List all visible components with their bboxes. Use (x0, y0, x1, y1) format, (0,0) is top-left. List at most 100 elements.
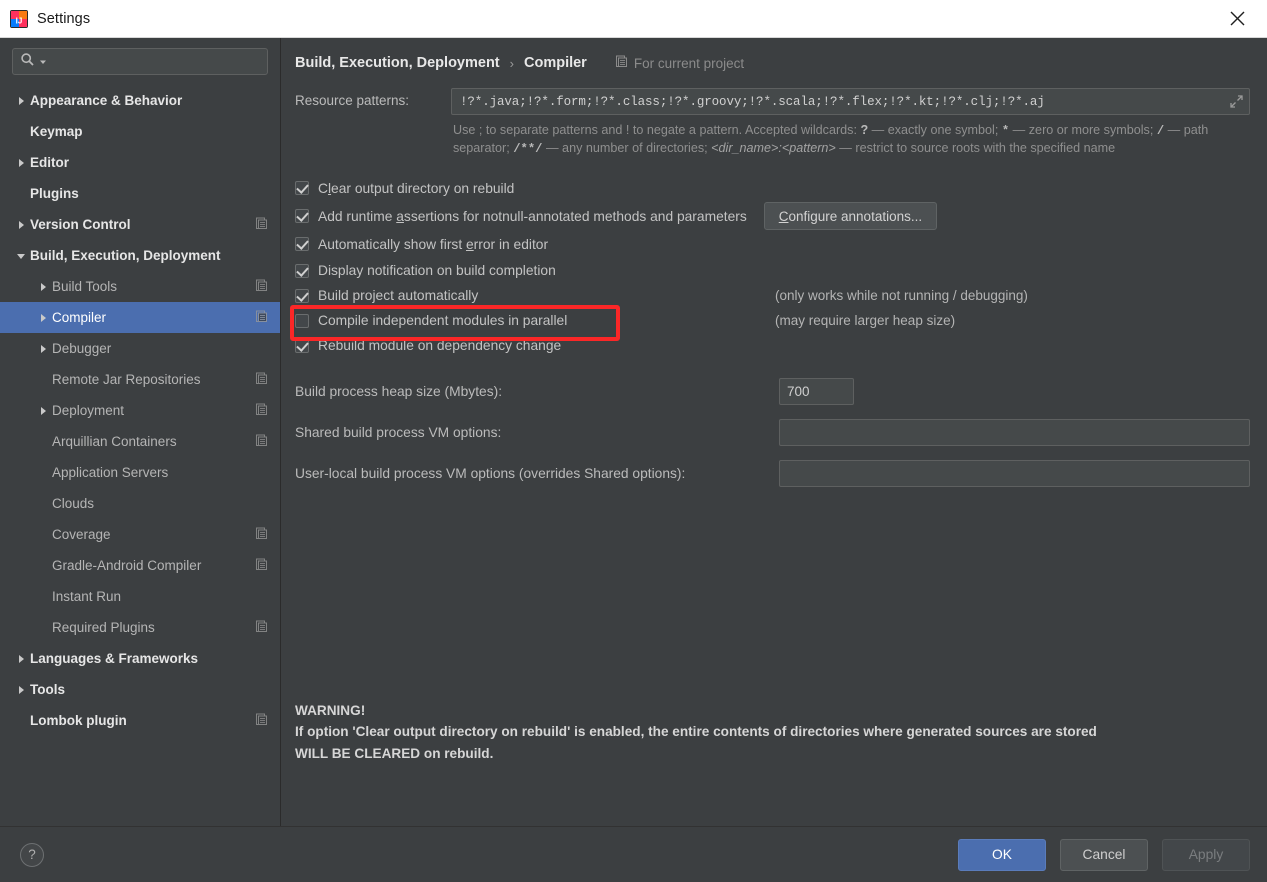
userlocal-vm-options-input[interactable] (779, 460, 1250, 487)
project-scope-icon (255, 310, 268, 326)
svg-text:IJ: IJ (16, 16, 23, 25)
breadcrumb-parent[interactable]: Build, Execution, Deployment (295, 55, 500, 71)
checkbox-row-automatically-show-first-error-in-editor[interactable]: Automatically show first error in editor (295, 230, 1250, 258)
checkbox-row-clear-output-directory-on-rebuild[interactable]: Clear output directory on rebuild (295, 174, 1250, 202)
resource-patterns-label: Resource patterns: (295, 93, 410, 108)
checkbox-label: Automatically show first error in editor (318, 236, 549, 252)
chevron-right-icon[interactable] (12, 220, 30, 230)
resource-patterns-input[interactable] (458, 89, 1227, 114)
build-process-fields: Build process heap size (Mbytes): Shared… (293, 378, 1250, 487)
sidebar-item-label: Gradle-Android Compiler (52, 558, 202, 573)
sidebar-item-keymap[interactable]: Keymap (0, 116, 280, 147)
shared-vm-options-row: Shared build process VM options: (295, 419, 1250, 446)
project-scope-label: For current project (615, 55, 744, 71)
checkbox-row-build-project-automatically[interactable]: Build project automatically (only works w… (295, 283, 1250, 308)
ok-button[interactable]: OK (958, 838, 1046, 871)
checkbox-row-compile-independent-modules-in-parallel[interactable]: Compile independent modules in parallel (… (295, 308, 1250, 333)
sidebar-item-debugger[interactable]: Debugger (0, 333, 280, 364)
sidebar-item-label: Instant Run (52, 589, 122, 604)
checkbox-checked-icon[interactable] (295, 237, 309, 251)
checkbox-checked-icon[interactable] (295, 181, 309, 195)
chevron-right-icon[interactable] (12, 685, 30, 695)
sidebar-item-label: Version Control (30, 217, 131, 232)
checkbox-checked-icon[interactable] (295, 288, 309, 303)
sidebar-item-plugins[interactable]: Plugins (0, 178, 280, 209)
checkbox-checked-icon[interactable] (295, 209, 309, 223)
close-icon[interactable] (1215, 0, 1259, 37)
sidebar-item-label: Build, Execution, Deployment (30, 248, 221, 263)
sidebar-item-editor[interactable]: Editor (0, 147, 280, 178)
checkbox-row-rebuild-module-on-dependency-change[interactable]: Rebuild module on dependency change (295, 333, 1250, 358)
chevron-down-icon[interactable] (12, 251, 30, 261)
chevron-right-icon[interactable] (12, 654, 30, 664)
checkbox-unchecked-icon[interactable] (295, 313, 309, 328)
chevron-right-icon[interactable] (12, 96, 30, 106)
help-part-3: — zero or more symbols; (1009, 123, 1157, 137)
checkbox-row-display-notification-on-build-completion[interactable]: Display notification on build completion (295, 258, 1250, 283)
search-input[interactable] (47, 49, 260, 74)
sidebar-item-label: Lombok plugin (30, 713, 127, 728)
sidebar-item-application-servers[interactable]: Application Servers (0, 457, 280, 488)
sidebar-item-lombok-plugin[interactable]: Lombok plugin (0, 705, 280, 736)
sidebar-item-label: Keymap (30, 124, 83, 139)
sidebar-item-label: Debugger (52, 341, 112, 356)
heap-size-row: Build process heap size (Mbytes): (295, 378, 1250, 405)
sidebar-item-languages-frameworks[interactable]: Languages & Frameworks (0, 643, 280, 674)
checkbox-checked-icon[interactable] (295, 338, 309, 353)
checkbox-checked-icon[interactable] (295, 263, 309, 278)
breadcrumb: Build, Execution, Deployment › Compiler … (293, 46, 1250, 80)
heap-size-input[interactable] (779, 378, 854, 405)
apply-button[interactable]: Apply (1162, 838, 1250, 871)
sidebar-item-gradle-android-compiler[interactable]: Gradle-Android Compiler (0, 550, 280, 581)
checkbox-label: Rebuild module on dependency change (318, 338, 562, 353)
checkbox-row-add-runtime-assertions-for-notnull-annot[interactable]: Add runtime assertions for notnull-annot… (295, 202, 1250, 230)
shared-vm-options-input[interactable] (779, 419, 1250, 446)
sidebar-item-compiler[interactable]: Compiler (0, 302, 280, 333)
sidebar-item-deployment[interactable]: Deployment (0, 395, 280, 426)
project-scope-icon (255, 217, 268, 233)
sidebar-item-label: Appearance & Behavior (30, 93, 183, 108)
project-scope-icon (255, 620, 268, 636)
sidebar-item-instant-run[interactable]: Instant Run (0, 581, 280, 612)
breadcrumb-separator: › (509, 55, 514, 71)
sidebar-item-build-tools[interactable]: Build Tools (0, 271, 280, 302)
checkbox-label: Display notification on build completion (318, 263, 556, 278)
sidebar-item-remote-jar-repositories[interactable]: Remote Jar Repositories (0, 364, 280, 395)
help-icon[interactable]: ? (20, 842, 44, 867)
settings-tree[interactable]: Appearance & Behavior Keymap Editor Plugins… (0, 83, 280, 826)
chevron-right-icon[interactable] (34, 344, 52, 354)
project-scope-icon (255, 403, 268, 419)
sidebar-item-coverage[interactable]: Coverage (0, 519, 280, 550)
help-wildcard-question: ? (860, 123, 869, 137)
userlocal-vm-options-label: User-local build process VM options (ove… (295, 466, 686, 481)
sidebar-item-label: Application Servers (52, 465, 169, 480)
resource-patterns-help-text: Use ; to separate patterns and ! to nega… (453, 122, 1228, 158)
sidebar-item-clouds[interactable]: Clouds (0, 488, 280, 519)
resource-patterns-field[interactable] (451, 88, 1250, 115)
sidebar-item-label: Deployment (52, 403, 125, 418)
sidebar-item-required-plugins[interactable]: Required Plugins (0, 612, 280, 643)
sidebar-item-label: Tools (30, 682, 65, 697)
cancel-button[interactable]: Cancel (1060, 838, 1148, 871)
sidebar-item-label: Coverage (52, 527, 111, 542)
chevron-right-icon[interactable] (34, 406, 52, 416)
warning-line-2: If option 'Clear output directory on reb… (295, 724, 1097, 739)
sidebar-item-tools[interactable]: Tools (0, 674, 280, 705)
expand-icon[interactable] (1227, 95, 1245, 108)
checkbox-label: Add runtime assertions for notnull-annot… (318, 208, 747, 224)
sidebar-item-build-execution-deployment[interactable]: Build, Execution, Deployment (0, 240, 280, 271)
project-scope-icon (255, 434, 268, 450)
chevron-down-icon[interactable] (39, 54, 47, 69)
search-box[interactable] (12, 48, 268, 75)
chevron-right-icon[interactable] (34, 313, 52, 323)
chevron-right-icon[interactable] (34, 282, 52, 292)
sidebar-item-arquillian-containers[interactable]: Arquillian Containers (0, 426, 280, 457)
configure-annotations-button[interactable]: Configure annotations... (763, 202, 938, 230)
sidebar-item-appearance-behavior[interactable]: Appearance & Behavior (0, 85, 280, 116)
project-scope-icon (255, 372, 268, 388)
chevron-right-icon[interactable] (12, 158, 30, 168)
sidebar-item-version-control[interactable]: Version Control (0, 209, 280, 240)
help-part-1: Use ; to separate patterns and ! to nega… (453, 123, 861, 137)
checkbox-side-note: (only works while not running / debuggin… (775, 288, 1028, 303)
project-scope-text: For current project (633, 55, 745, 71)
